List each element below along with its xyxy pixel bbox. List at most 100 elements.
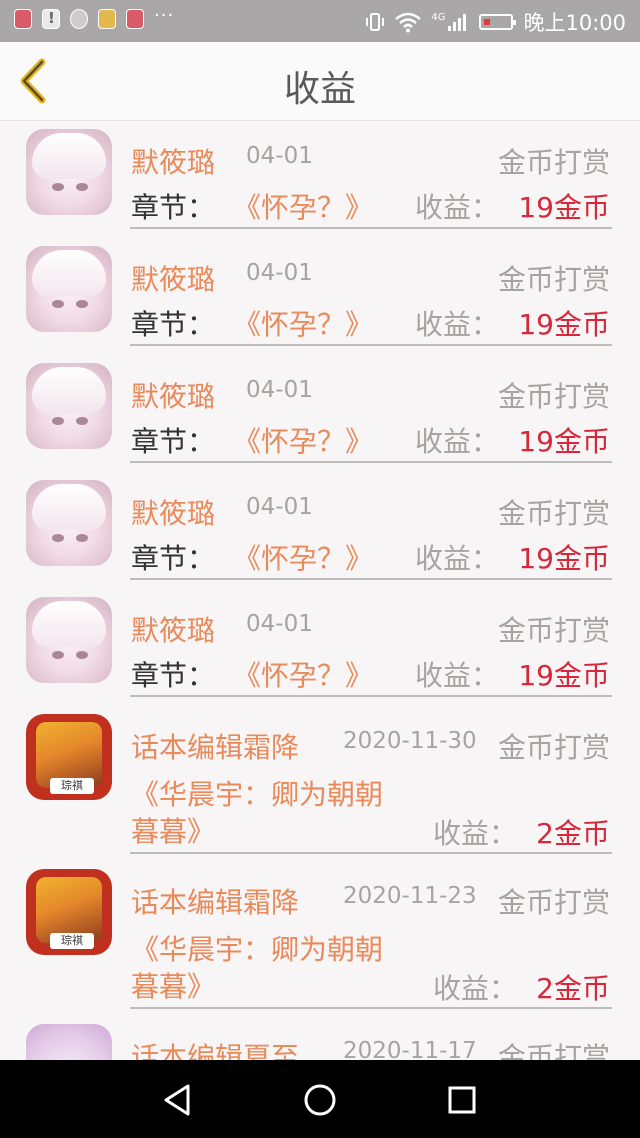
wifi-icon xyxy=(395,12,422,33)
chapter-name: 《怀孕？》 xyxy=(233,191,374,224)
list-item[interactable]: 默筱璐 04-01 金币打赏 章节： 《怀孕？》 收益： 19金币 xyxy=(0,238,640,355)
reward-type: 金币打赏 xyxy=(497,497,610,530)
user-name: 默筱璐 xyxy=(131,146,216,179)
earning-value: 19金币 xyxy=(518,425,610,458)
date: 2020-11-17 xyxy=(343,1038,477,1060)
chapter-line: 暮暮》 xyxy=(131,815,216,848)
earning-value: 2金币 xyxy=(536,817,610,850)
page-title: 收益 xyxy=(283,69,356,110)
reward-type: 金币打赏 xyxy=(497,263,610,296)
app-notification-icon xyxy=(14,9,32,29)
user-name: 默筱璐 xyxy=(131,497,216,530)
title-bar: 收益 xyxy=(0,42,640,121)
avatar xyxy=(26,363,112,449)
earning-value: 19金币 xyxy=(518,542,610,575)
network-type: 4G xyxy=(431,11,446,23)
more-dots: ··· xyxy=(154,4,175,26)
date: 04-01 xyxy=(246,377,313,403)
chapter-label: 章节： xyxy=(131,542,216,575)
chapter-name: 《怀孕？》 xyxy=(233,308,374,341)
list-item[interactable]: 琮祺 话本编辑霜降 2020-11-30 金币打赏 《华晨宇：卿为朝朝 暮暮》 … xyxy=(0,706,640,861)
reward-type: 金币打赏 xyxy=(497,731,610,764)
user-name: 话本编辑夏至 xyxy=(131,1041,300,1060)
avatar xyxy=(26,480,112,566)
chapter-name: 《怀孕？》 xyxy=(233,542,374,575)
earnings-list[interactable]: 默筱璐 04-01 金币打赏 章节： 《怀孕？》 收益： 19金币 默筱璐 04… xyxy=(0,121,640,1060)
divider xyxy=(130,461,612,463)
status-time: 晚上10:00 xyxy=(523,11,626,35)
system-nav-bar xyxy=(0,1060,640,1138)
system-icons: 4G 晚上10:00 xyxy=(365,7,626,37)
user-name: 话本编辑霜降 xyxy=(131,886,300,919)
avatar xyxy=(26,597,112,683)
user-name: 默筱璐 xyxy=(131,614,216,647)
avatar-tag: 琮祺 xyxy=(50,933,94,949)
earning-label: 收益： xyxy=(415,659,500,692)
gallery-icon xyxy=(98,9,116,29)
list-item[interactable]: 话本编辑夏至 2020-11-17 金币打赏 xyxy=(0,1016,640,1060)
chapter-name: 《怀孕？》 xyxy=(233,659,374,692)
user-name: 默筱璐 xyxy=(131,263,216,296)
reward-type: 金币打赏 xyxy=(497,146,610,179)
earning-label: 收益： xyxy=(415,308,500,341)
list-item[interactable]: 默筱璐 04-01 金币打赏 章节： 《怀孕？》 收益： 19金币 xyxy=(0,355,640,472)
user-name: 默筱璐 xyxy=(131,380,216,413)
divider xyxy=(130,1007,612,1009)
avatar xyxy=(26,129,112,215)
status-bar: ··· 4G 晚上10:00 xyxy=(0,0,640,42)
earning-value: 19金币 xyxy=(518,659,610,692)
date: 04-01 xyxy=(246,494,313,520)
battery-icon xyxy=(479,14,517,30)
chapter-line: 《华晨宇：卿为朝朝 xyxy=(131,778,384,811)
app-notification-icon xyxy=(126,9,144,29)
chapter-name: 《华晨宇：卿为朝朝 暮暮》 xyxy=(131,776,431,850)
date: 2020-11-30 xyxy=(343,728,477,754)
chapter-label: 章节： xyxy=(131,425,216,458)
earning-label: 收益： xyxy=(433,972,518,1005)
earning-label: 收益： xyxy=(415,425,500,458)
earning-value: 19金币 xyxy=(518,191,610,224)
earning-label: 收益： xyxy=(433,817,518,850)
chapter-name: 《怀孕？》 xyxy=(233,425,374,458)
recents-square-icon[interactable] xyxy=(442,1080,482,1120)
divider xyxy=(130,227,612,229)
home-circle-icon[interactable] xyxy=(300,1080,340,1120)
avatar: 琮祺 xyxy=(26,869,112,955)
earning-value: 2金币 xyxy=(536,972,610,1005)
user-name: 话本编辑霜降 xyxy=(131,731,300,764)
signal-icon xyxy=(448,14,467,31)
hand-icon xyxy=(70,9,88,29)
avatar: 琮祺 xyxy=(26,714,112,800)
notification-icons: ··· xyxy=(14,5,174,29)
avatar xyxy=(26,246,112,332)
list-item[interactable]: 琮祺 话本编辑霜降 2020-11-23 金币打赏 《华晨宇：卿为朝朝 暮暮》 … xyxy=(0,861,640,1016)
chapter-label: 章节： xyxy=(131,659,216,692)
reward-type: 金币打赏 xyxy=(497,380,610,413)
chapter-label: 章节： xyxy=(131,308,216,341)
earning-label: 收益： xyxy=(415,191,500,224)
date: 2020-11-23 xyxy=(343,883,477,909)
avatar-tag: 琮祺 xyxy=(50,778,94,794)
reward-type: 金币打赏 xyxy=(497,614,610,647)
date: 04-01 xyxy=(246,611,313,637)
date: 04-01 xyxy=(246,143,313,169)
list-item[interactable]: 默筱璐 04-01 金币打赏 章节： 《怀孕？》 收益： 19金币 xyxy=(0,121,640,238)
divider xyxy=(130,578,612,580)
divider xyxy=(130,344,612,346)
chapter-name: 《华晨宇：卿为朝朝 暮暮》 xyxy=(131,931,431,1005)
avatar xyxy=(26,1024,112,1060)
earning-label: 收益： xyxy=(415,542,500,575)
date: 04-01 xyxy=(246,260,313,286)
reward-type: 金币打赏 xyxy=(497,1041,610,1060)
reward-type: 金币打赏 xyxy=(497,886,610,919)
divider xyxy=(130,695,612,697)
chapter-line: 暮暮》 xyxy=(131,970,216,1003)
chapter-label: 章节： xyxy=(131,191,216,224)
list-item[interactable]: 默筱璐 04-01 金币打赏 章节： 《怀孕？》 收益： 19金币 xyxy=(0,589,640,706)
divider xyxy=(130,852,612,854)
vibrate-icon xyxy=(366,13,385,31)
list-item[interactable]: 默筱璐 04-01 金币打赏 章节： 《怀孕？》 收益： 19金币 xyxy=(0,472,640,589)
earning-value: 19金币 xyxy=(518,308,610,341)
chapter-line: 《华晨宇：卿为朝朝 xyxy=(131,933,384,966)
back-triangle-icon[interactable] xyxy=(158,1080,198,1120)
